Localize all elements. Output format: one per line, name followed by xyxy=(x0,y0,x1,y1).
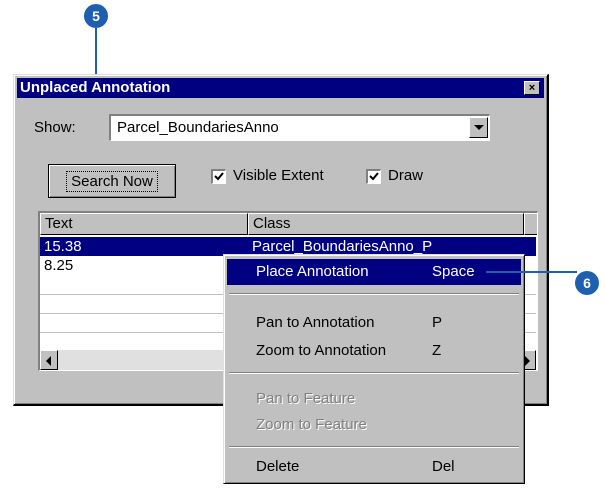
menu-item-zoom-to-annotation[interactable]: Zoom to Annotation Z xyxy=(227,338,521,364)
arrow-left-icon xyxy=(46,356,51,366)
callout-6-badge: 6 xyxy=(575,271,599,295)
menu-item-pan-to-annotation[interactable]: Pan to Annotation P xyxy=(227,310,521,336)
arrow-right-icon xyxy=(525,356,530,366)
menu-item-place-annotation[interactable]: Place Annotation Space xyxy=(227,259,521,285)
menu-item-label: Pan to Feature xyxy=(256,390,356,407)
column-header-extra[interactable] xyxy=(524,213,537,235)
menu-item-shortcut: Z xyxy=(432,342,442,359)
menu-separator xyxy=(229,446,519,448)
show-label: Show: xyxy=(34,119,76,136)
draw-checkbox[interactable] xyxy=(366,169,381,184)
cell-text: 8.25 xyxy=(44,257,74,274)
menu-separator xyxy=(229,372,519,374)
chevron-down-icon xyxy=(474,125,484,130)
checkmark-icon xyxy=(214,172,224,181)
show-layer-dropdown[interactable]: Parcel_BoundariesAnno xyxy=(109,114,490,141)
menu-item-shortcut: Del xyxy=(432,458,455,475)
menu-item-delete[interactable]: Delete Del xyxy=(227,454,521,480)
checkmark-icon xyxy=(369,172,379,181)
menu-item-shortcut: P xyxy=(432,314,443,331)
window-title: Unplaced Annotation xyxy=(20,79,171,96)
visible-extent-label[interactable]: Visible Extent xyxy=(233,167,324,184)
close-button[interactable]: × xyxy=(524,81,540,95)
column-header-class[interactable]: Class xyxy=(248,213,524,235)
menu-item-zoom-to-feature[interactable]: Zoom to Feature xyxy=(227,412,521,438)
menu-item-label: Pan to Annotation xyxy=(256,314,375,331)
show-layer-value: Parcel_BoundariesAnno xyxy=(117,119,279,136)
draw-label[interactable]: Draw xyxy=(388,167,423,184)
column-header-text[interactable]: Text xyxy=(40,213,248,235)
title-bar[interactable]: Unplaced Annotation × xyxy=(17,78,544,98)
close-icon: × xyxy=(528,81,536,94)
menu-item-label: Zoom to Annotation xyxy=(256,342,387,359)
menu-separator xyxy=(229,293,519,295)
callout-5-badge: 5 xyxy=(84,4,108,28)
menu-item-shortcut: Space xyxy=(432,263,475,280)
search-now-label: Search Now xyxy=(66,170,158,192)
dropdown-arrow-button[interactable] xyxy=(469,117,488,138)
context-menu: Place Annotation Space Pan to Annotation… xyxy=(223,254,525,484)
visible-extent-checkbox[interactable] xyxy=(211,169,226,184)
menu-item-pan-to-feature[interactable]: Pan to Feature xyxy=(227,386,521,412)
search-now-button[interactable]: Search Now xyxy=(48,164,176,198)
menu-item-label: Zoom to Feature xyxy=(256,416,367,433)
menu-item-label: Delete xyxy=(256,458,300,475)
scroll-left-button[interactable] xyxy=(40,350,58,370)
cell-text: 15.38 xyxy=(44,238,82,255)
menu-item-label: Place Annotation xyxy=(256,263,369,280)
callout-6-leader xyxy=(486,271,577,273)
